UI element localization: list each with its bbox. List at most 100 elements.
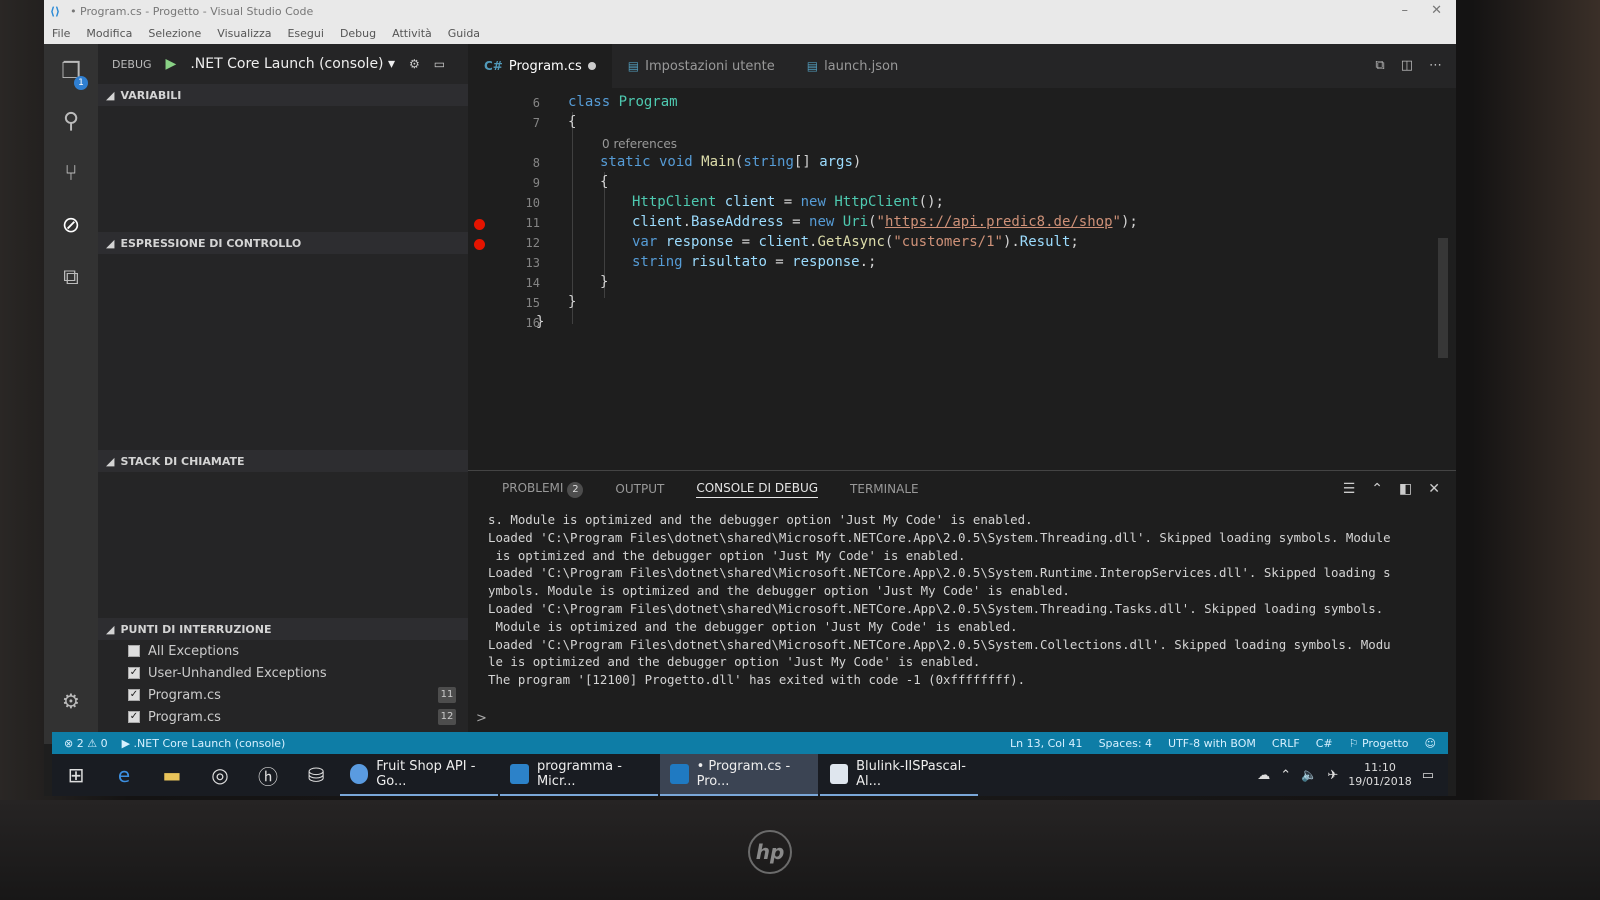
breakpoint-line-badge: 11 (438, 687, 456, 703)
media-icon[interactable]: ◎ (196, 754, 244, 796)
breakpoints-title: PUNTI DI INTERRUZIONE (120, 622, 272, 636)
breakpoints-list: All Exceptions ✓ User-Unhandled Exceptio… (98, 640, 468, 728)
launch-status-label: .NET Core Launch (console) (133, 736, 286, 750)
encoding[interactable]: UTF-8 with BOM (1168, 737, 1256, 750)
taskbar-app-word[interactable]: programma - Micr... (500, 754, 658, 796)
project-status[interactable]: ⚐ Progetto (1349, 737, 1409, 750)
clock[interactable]: 11:10 19/01/2018 (1348, 761, 1411, 789)
console-line: The program '[12100] Progetto.dll' has e… (488, 672, 1026, 688)
line-number: 8 (532, 156, 540, 170)
modified-dot-icon[interactable] (587, 62, 596, 70)
cursor-position[interactable]: Ln 13, Col 41 (1010, 737, 1083, 750)
taskbar-app-vscode[interactable]: • Program.cs - Pro... (660, 754, 818, 796)
source-control-icon[interactable]: ⑂ (56, 158, 86, 188)
call-stack-body (98, 472, 468, 618)
code-text: } (568, 294, 577, 310)
minimize-icon[interactable]: – (1402, 3, 1409, 18)
language-mode[interactable]: C# (1316, 737, 1333, 750)
edge-browser-icon[interactable]: e (100, 754, 148, 796)
errors-status[interactable]: ⊗ 2 ⚠ 0 (64, 737, 108, 750)
feedback-icon[interactable]: ☺ (1425, 737, 1436, 750)
split-editor-icon[interactable]: ◫ (1401, 58, 1413, 73)
file-explorer-icon[interactable]: ▬ (148, 754, 196, 796)
menu-edit[interactable]: Modifica (86, 27, 132, 40)
taskbar-app-chrome[interactable]: Fruit Shop API - Go... (340, 754, 498, 796)
open-changes-icon[interactable]: ⧉ (1375, 58, 1384, 73)
tab-problems[interactable]: PROBLEMI 2 (502, 481, 584, 498)
tab-user-settings[interactable]: ▤ Impostazioni utente (612, 44, 791, 88)
launch-status[interactable]: ▶ .NET Core Launch (console) (122, 737, 286, 750)
close-icon[interactable]: ✕ (1431, 3, 1442, 18)
menu-debug[interactable]: Debug (340, 27, 376, 40)
gear-icon[interactable]: ⚙ (56, 686, 86, 716)
system-tray: ☁ ⌃ 🔈 ✈ 11:10 19/01/2018 ▭ (1257, 761, 1448, 789)
variables-header[interactable]: ◢ VARIABILI (98, 84, 468, 106)
console-line: ymbols. Module is optimized and the debu… (488, 583, 1070, 599)
code-editor[interactable]: 6 class Program 7 { 0 references 8 stati… (468, 88, 1456, 470)
panel-tabs: PROBLEMI 2 OUTPUT CONSOLE DI DEBUG TERMIN… (468, 471, 1456, 507)
breakpoint-checkbox[interactable]: ✓ (128, 711, 140, 723)
menu-file[interactable]: File (52, 27, 70, 40)
breakpoint-checkbox[interactable] (128, 645, 140, 657)
taskbar-app-other[interactable]: Blulink-IISPascal-Al... (820, 754, 978, 796)
menu-go[interactable]: Esegui (287, 27, 323, 40)
gear-icon[interactable]: ⚙ (409, 57, 420, 71)
menu-tasks[interactable]: Attività (392, 27, 432, 40)
launch-config-select[interactable]: .NET Core Launch (console) ▾ (190, 56, 395, 72)
notifications-icon[interactable]: ▭ (1422, 768, 1434, 783)
breakpoint-checkbox[interactable]: ✓ (128, 667, 140, 679)
network-icon[interactable]: ✈ (1327, 768, 1338, 783)
tab-output[interactable]: OUTPUT (615, 482, 664, 496)
line-ending[interactable]: CRLF (1272, 737, 1300, 750)
editor-scrollbar[interactable] (1438, 238, 1448, 358)
code-line: 9 { (468, 174, 1456, 194)
breakpoint-item[interactable]: All Exceptions (98, 640, 468, 662)
store-icon[interactable]: ⛁ (292, 754, 340, 796)
chevron-up-icon[interactable]: ⌃ (1280, 768, 1291, 783)
code-line: 14 } (468, 274, 1456, 294)
menu-selection[interactable]: Selezione (148, 27, 201, 40)
menu-view[interactable]: Visualizza (217, 27, 271, 40)
breakpoint-checkbox[interactable]: ✓ (128, 689, 140, 701)
console-input[interactable]: > (476, 711, 487, 726)
hp-logo: hp (748, 830, 792, 874)
clear-console-icon[interactable]: ☰ (1343, 481, 1356, 497)
code-text: static void Main(string[] args) (600, 154, 862, 170)
tab-program-cs[interactable]: C# Program.cs (468, 44, 612, 88)
toggle-panel-position-icon[interactable]: ◧ (1399, 481, 1412, 497)
breakpoints-header[interactable]: ◢ PUNTI DI INTERRUZIONE (98, 618, 468, 640)
error-count: 2 (76, 736, 84, 750)
taskbar-app-label: • Program.cs - Pro... (696, 759, 791, 789)
debug-icon[interactable]: ⊘ (56, 210, 86, 240)
extensions-icon[interactable]: ⧉ (56, 262, 86, 292)
breakpoint-item[interactable]: ✓ User-Unhandled Exceptions (98, 662, 468, 684)
volume-icon[interactable]: 🔈 (1301, 768, 1317, 783)
line-number: 16 (525, 316, 540, 330)
tab-terminal[interactable]: TERMINALE (850, 482, 919, 496)
title-bar: ⟨⟩ • Program.cs - Progetto - Visual Stud… (44, 0, 1456, 22)
menu-help[interactable]: Guida (448, 27, 480, 40)
indentation[interactable]: Spaces: 4 (1099, 737, 1152, 750)
breakpoint-item[interactable]: ✓ Program.cs 11 (98, 684, 468, 706)
document-icon (830, 764, 849, 784)
csharp-file-icon: C# (484, 59, 503, 73)
call-stack-header[interactable]: ◢ STACK DI CHIAMATE (98, 450, 468, 472)
breakpoint-icon[interactable] (474, 219, 485, 230)
windows-start-icon[interactable]: ⊞ (52, 754, 100, 796)
debug-console-icon[interactable]: ▭ (434, 57, 445, 71)
breakpoint-item[interactable]: ✓ Program.cs 12 (98, 706, 468, 728)
close-panel-icon[interactable]: ✕ (1428, 481, 1440, 497)
tab-launch-json[interactable]: ▤ launch.json (791, 44, 915, 88)
hp-app-icon[interactable]: ⓗ (244, 754, 292, 796)
breakpoint-line-badge: 12 (438, 709, 456, 725)
more-actions-icon[interactable]: ⋯ (1429, 58, 1442, 73)
watch-header[interactable]: ◢ ESPRESSIONE DI CONTROLLO (98, 232, 468, 254)
tab-debug-console[interactable]: CONSOLE DI DEBUG (696, 481, 819, 498)
code-text: } (536, 314, 545, 330)
search-icon[interactable]: ⚲ (56, 106, 86, 136)
start-debugging-icon[interactable]: ▶ (166, 56, 177, 72)
codelens-references[interactable]: 0 references (602, 137, 677, 151)
maximize-panel-icon[interactable]: ⌃ (1371, 481, 1383, 497)
breakpoint-icon[interactable] (474, 239, 485, 250)
onedrive-icon[interactable]: ☁ (1257, 768, 1270, 783)
